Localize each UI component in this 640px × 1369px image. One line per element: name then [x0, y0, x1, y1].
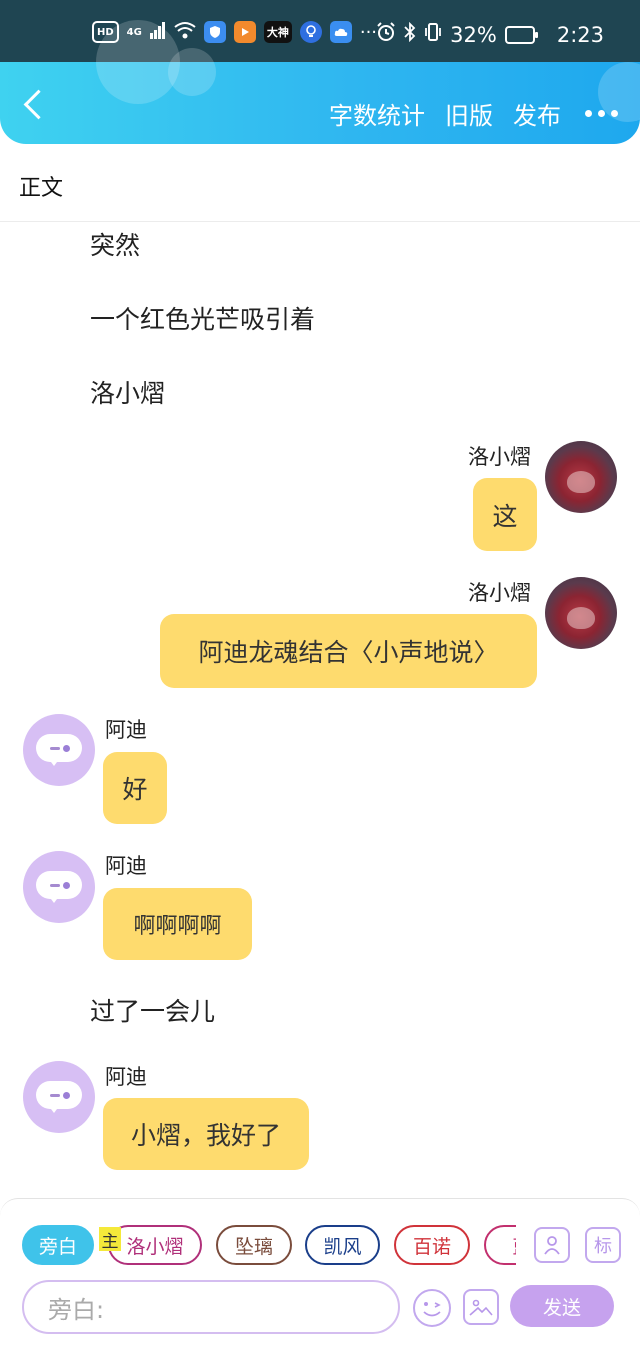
input-placeholder: 旁白:	[48, 1295, 105, 1324]
cloud-face-icon	[36, 734, 82, 766]
shield-app-icon	[203, 21, 226, 43]
more-options-icon[interactable]	[585, 110, 618, 117]
top-header: 字数统计 旧版 发布	[0, 20, 640, 144]
person-card-icon[interactable]	[534, 1227, 570, 1263]
battery-icon	[504, 25, 538, 44]
battery-percent: 32%	[450, 22, 497, 47]
alarm-icon	[376, 22, 396, 47]
dashen-app-icon: 大神	[263, 21, 292, 43]
narration-line: 突然	[90, 231, 141, 260]
role-chip-luoxiaoyi[interactable]: 洛小熠	[108, 1225, 202, 1265]
header-actions: 字数统计 旧版 发布	[329, 96, 618, 131]
message-bubble[interactable]: 好	[103, 752, 167, 824]
avatar[interactable]	[23, 1061, 95, 1133]
avatar[interactable]	[23, 714, 95, 786]
tag-button[interactable]: 标	[585, 1227, 621, 1263]
narration-line: 过了一会儿	[90, 997, 216, 1026]
role-chip-zhuili[interactable]: 坠璃	[216, 1225, 292, 1265]
sender-name: 阿迪	[105, 854, 147, 878]
lightbulb-app-icon	[299, 21, 322, 43]
vibrate-icon	[424, 22, 442, 47]
role-chip-narrator[interactable]: 旁白	[22, 1225, 94, 1265]
wifi-icon	[174, 20, 196, 44]
divider	[0, 221, 640, 222]
sender-name: 阿迪	[105, 718, 147, 742]
section-title: 正文	[19, 176, 64, 201]
cloud-app-icon	[329, 21, 352, 43]
message-input[interactable]: 旁白:	[22, 1280, 400, 1334]
message-bubble[interactable]: 啊啊啊啊	[103, 888, 252, 960]
header-bubble-decoration	[96, 20, 180, 104]
role-chip-kaifeng[interactable]: 凯风	[305, 1225, 380, 1265]
sender-name: 洛小熠	[468, 445, 531, 469]
publish-button[interactable]: 发布	[513, 96, 561, 131]
sender-name: 阿迪	[105, 1065, 147, 1089]
narration-line: 洛小熠	[90, 379, 166, 408]
role-chip-lan[interactable]: 蓝	[484, 1225, 516, 1265]
cloud-face-icon	[36, 1081, 82, 1113]
back-arrow-icon[interactable]	[20, 90, 50, 120]
more-notifications: ···	[359, 21, 378, 43]
video-app-icon	[233, 21, 256, 43]
cloud-face-icon	[36, 871, 82, 903]
message-bubble[interactable]: 这	[473, 478, 537, 551]
sender-name: 洛小熠	[468, 581, 531, 605]
role-chip-bainuo[interactable]: 百诺	[394, 1225, 470, 1265]
image-icon[interactable]	[463, 1289, 499, 1325]
avatar[interactable]	[545, 577, 617, 649]
word-count-button[interactable]: 字数统计	[329, 96, 425, 131]
bluetooth-icon	[404, 21, 416, 47]
send-button[interactable]: 发送	[510, 1285, 614, 1327]
role-chips-row: 旁白 洛小熠 坠璃 凯风 百诺 蓝	[22, 1225, 516, 1267]
message-bubble[interactable]: 小熠，我好了	[103, 1098, 309, 1170]
emoji-icon[interactable]	[413, 1289, 451, 1327]
narration-line: 一个红色光芒吸引着	[90, 305, 316, 334]
status-time: 2:23	[556, 22, 604, 47]
message-bubble[interactable]: 阿迪龙魂结合〈小声地说〉	[160, 614, 537, 688]
status-right: 32% 2:23	[376, 21, 604, 47]
host-tag: 主	[99, 1227, 121, 1252]
old-version-button[interactable]: 旧版	[445, 96, 493, 131]
header-bubble-decoration	[168, 48, 216, 96]
avatar[interactable]	[545, 441, 617, 513]
avatar[interactable]	[23, 851, 95, 923]
